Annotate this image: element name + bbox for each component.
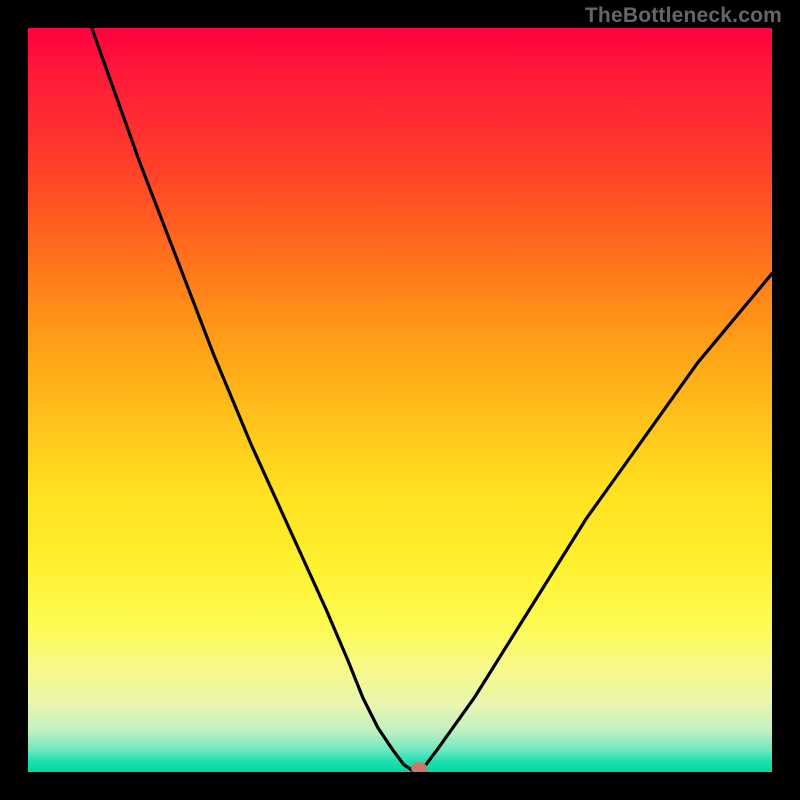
chart-frame: TheBottleneck.com <box>0 0 800 800</box>
watermark-text: TheBottleneck.com <box>585 4 782 28</box>
plot-area <box>28 28 772 772</box>
optimum-marker <box>411 762 427 772</box>
bottleneck-curve <box>28 28 772 772</box>
